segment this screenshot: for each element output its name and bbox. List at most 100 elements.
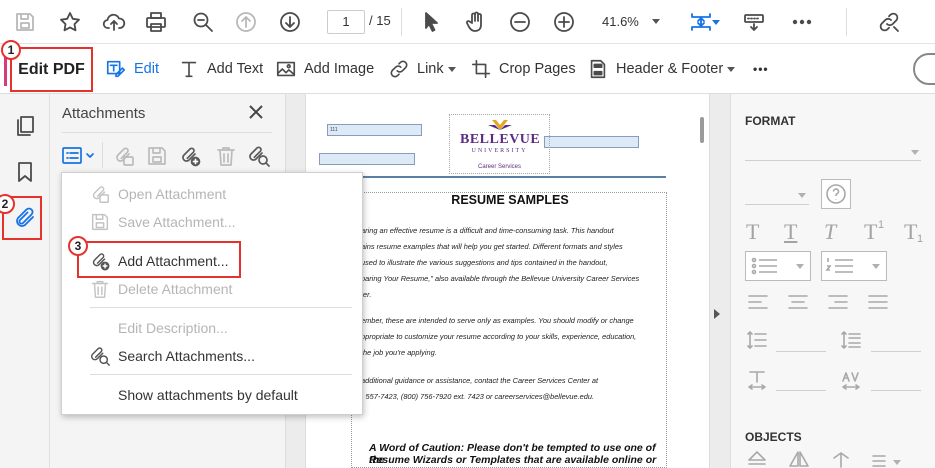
add-text-button[interactable]: Add Text (178, 56, 263, 82)
hand-tool-icon[interactable] (463, 9, 489, 35)
menu-item-label: Save Attachment... (118, 214, 236, 230)
character-spacing-icon[interactable] (839, 368, 863, 392)
form-field[interactable] (319, 153, 415, 165)
link-button[interactable]: Link (388, 56, 456, 82)
paragraph-spacing-icon[interactable] (839, 328, 863, 352)
subscript-icon[interactable]: T (904, 219, 917, 245)
menu-item-open-attachment[interactable]: Open Attachment (62, 181, 362, 207)
underline-icon[interactable]: T (784, 219, 797, 245)
rotate-icon[interactable] (829, 450, 853, 468)
line-spacing-select[interactable] (776, 351, 826, 352)
line-spacing-icon[interactable] (745, 328, 769, 352)
more-tools-icon[interactable] (789, 9, 815, 35)
zoom-search-icon[interactable] (190, 9, 216, 35)
form-field[interactable]: 111 (327, 124, 422, 136)
format-heading: FORMAT (745, 114, 796, 128)
zoom-level-select[interactable]: 41.6% (590, 10, 666, 34)
page-thumbnails-icon[interactable] (13, 114, 37, 138)
vertical-scrollbar[interactable] (700, 117, 704, 143)
menu-item-label: Show attachments by default (118, 387, 298, 403)
menu-item-delete-attachment[interactable]: Delete Attachment (62, 276, 362, 302)
university-logo: BELLEVUE UNIVERSITY Career Services (449, 114, 550, 174)
font-help-button[interactable] (821, 179, 851, 209)
select-cursor-icon[interactable] (418, 9, 444, 35)
collapse-panel-arrow-icon[interactable] (714, 309, 720, 319)
align-justify-icon[interactable] (866, 292, 890, 312)
superscript-mark: 1 (878, 219, 885, 231)
chevron-down-icon[interactable] (893, 460, 901, 465)
bookmark-star-icon[interactable] (57, 9, 83, 35)
arrange-objects-icon[interactable] (869, 450, 893, 468)
next-page-icon[interactable] (277, 9, 303, 35)
share-link-icon[interactable] (876, 9, 902, 35)
menu-item-edit-description[interactable]: Edit Description... (62, 315, 362, 341)
edit-label: Edit (134, 61, 159, 77)
horizontal-scale-select[interactable] (776, 390, 826, 391)
superscript-icon[interactable]: T (864, 219, 877, 245)
align-right-icon[interactable] (826, 292, 850, 312)
numbered-list-icon (825, 258, 853, 273)
keyboard-icon[interactable] (741, 9, 767, 35)
text-style-icon[interactable]: T (746, 219, 759, 245)
chevron-down-icon (727, 66, 736, 72)
attachments-options-menu: Open Attachment Save Attachment... Add A… (61, 172, 363, 415)
numbered-list-select[interactable] (821, 251, 887, 281)
bullet-list-select[interactable] (745, 251, 811, 281)
upload-cloud-icon[interactable] (101, 9, 127, 35)
add-image-button[interactable]: Add Image (275, 56, 374, 82)
chevron-down-icon[interactable] (798, 193, 806, 198)
bullet-list-icon (751, 257, 777, 275)
edit-button[interactable]: Edit (105, 56, 159, 82)
align-center-icon[interactable] (786, 292, 810, 312)
character-spacing-select[interactable] (871, 390, 921, 391)
save-attachment-icon[interactable] (145, 144, 169, 168)
more-options-button[interactable]: ••• (753, 56, 769, 82)
form-field[interactable] (544, 136, 639, 148)
page-number-input[interactable]: 1 (327, 10, 365, 34)
previous-page-icon[interactable] (233, 9, 259, 35)
flip-vertical-icon[interactable] (745, 450, 769, 468)
print-icon[interactable] (143, 9, 169, 35)
open-attachment-icon[interactable] (112, 144, 136, 168)
italic-icon[interactable]: T (824, 219, 836, 245)
chevron-down-icon[interactable] (712, 20, 720, 25)
horizontal-scale-icon[interactable] (745, 368, 769, 392)
edit-text-icon (106, 60, 126, 78)
edit-pdf-toolbar: Edit Add Text Add Image Link Crop Pages … (0, 44, 935, 94)
crop-icon (471, 59, 491, 79)
font-family-select[interactable] (745, 160, 921, 161)
font-size-select[interactable] (745, 204, 809, 205)
search-attachments-icon (89, 345, 111, 367)
save-icon[interactable] (12, 9, 38, 35)
image-icon (276, 61, 296, 77)
save-attachment-icon (89, 211, 111, 233)
content-box: RESUME SAMPLES aring an effective resume… (351, 192, 667, 468)
zoom-in-icon[interactable] (551, 9, 577, 35)
delete-attachment-icon[interactable] (214, 144, 238, 168)
menu-item-label: Edit Description... (118, 320, 228, 336)
zoom-out-icon[interactable] (507, 9, 533, 35)
search-attachments-icon[interactable] (247, 144, 271, 168)
paragraph-line: aring an effective resume is a difficult… (361, 226, 614, 235)
paragraph-spacing-select[interactable] (871, 351, 921, 352)
bookmarks-icon[interactable] (13, 160, 37, 184)
menu-item-search-attachments[interactable]: Search Attachments... (62, 343, 362, 369)
logo-department: Career Services (477, 164, 521, 170)
page-view-mode-icon[interactable] (688, 9, 714, 35)
close-icon[interactable] (248, 104, 264, 120)
header-footer-icon (590, 59, 606, 79)
menu-item-show-attachments-by-default[interactable]: Show attachments by default (62, 382, 362, 408)
pdf-page[interactable]: 111 BELLEVUE UNIVERSITY Career Services … (305, 94, 710, 468)
chevron-down-icon[interactable] (911, 150, 919, 155)
header-footer-button[interactable]: Header & Footer (587, 56, 736, 82)
crop-pages-button[interactable]: Crop Pages (470, 56, 576, 82)
crop-pages-label: Crop Pages (499, 61, 576, 77)
menu-item-save-attachment[interactable]: Save Attachment... (62, 209, 362, 235)
flip-horizontal-icon[interactable] (787, 450, 811, 468)
add-attachment-highlight (77, 241, 241, 278)
align-left-icon[interactable] (746, 292, 770, 312)
attachments-panel-title: Attachments (62, 105, 146, 122)
options-menu-icon[interactable] (61, 144, 97, 168)
add-text-label: Add Text (207, 61, 264, 77)
add-attachment-icon[interactable] (178, 144, 202, 168)
